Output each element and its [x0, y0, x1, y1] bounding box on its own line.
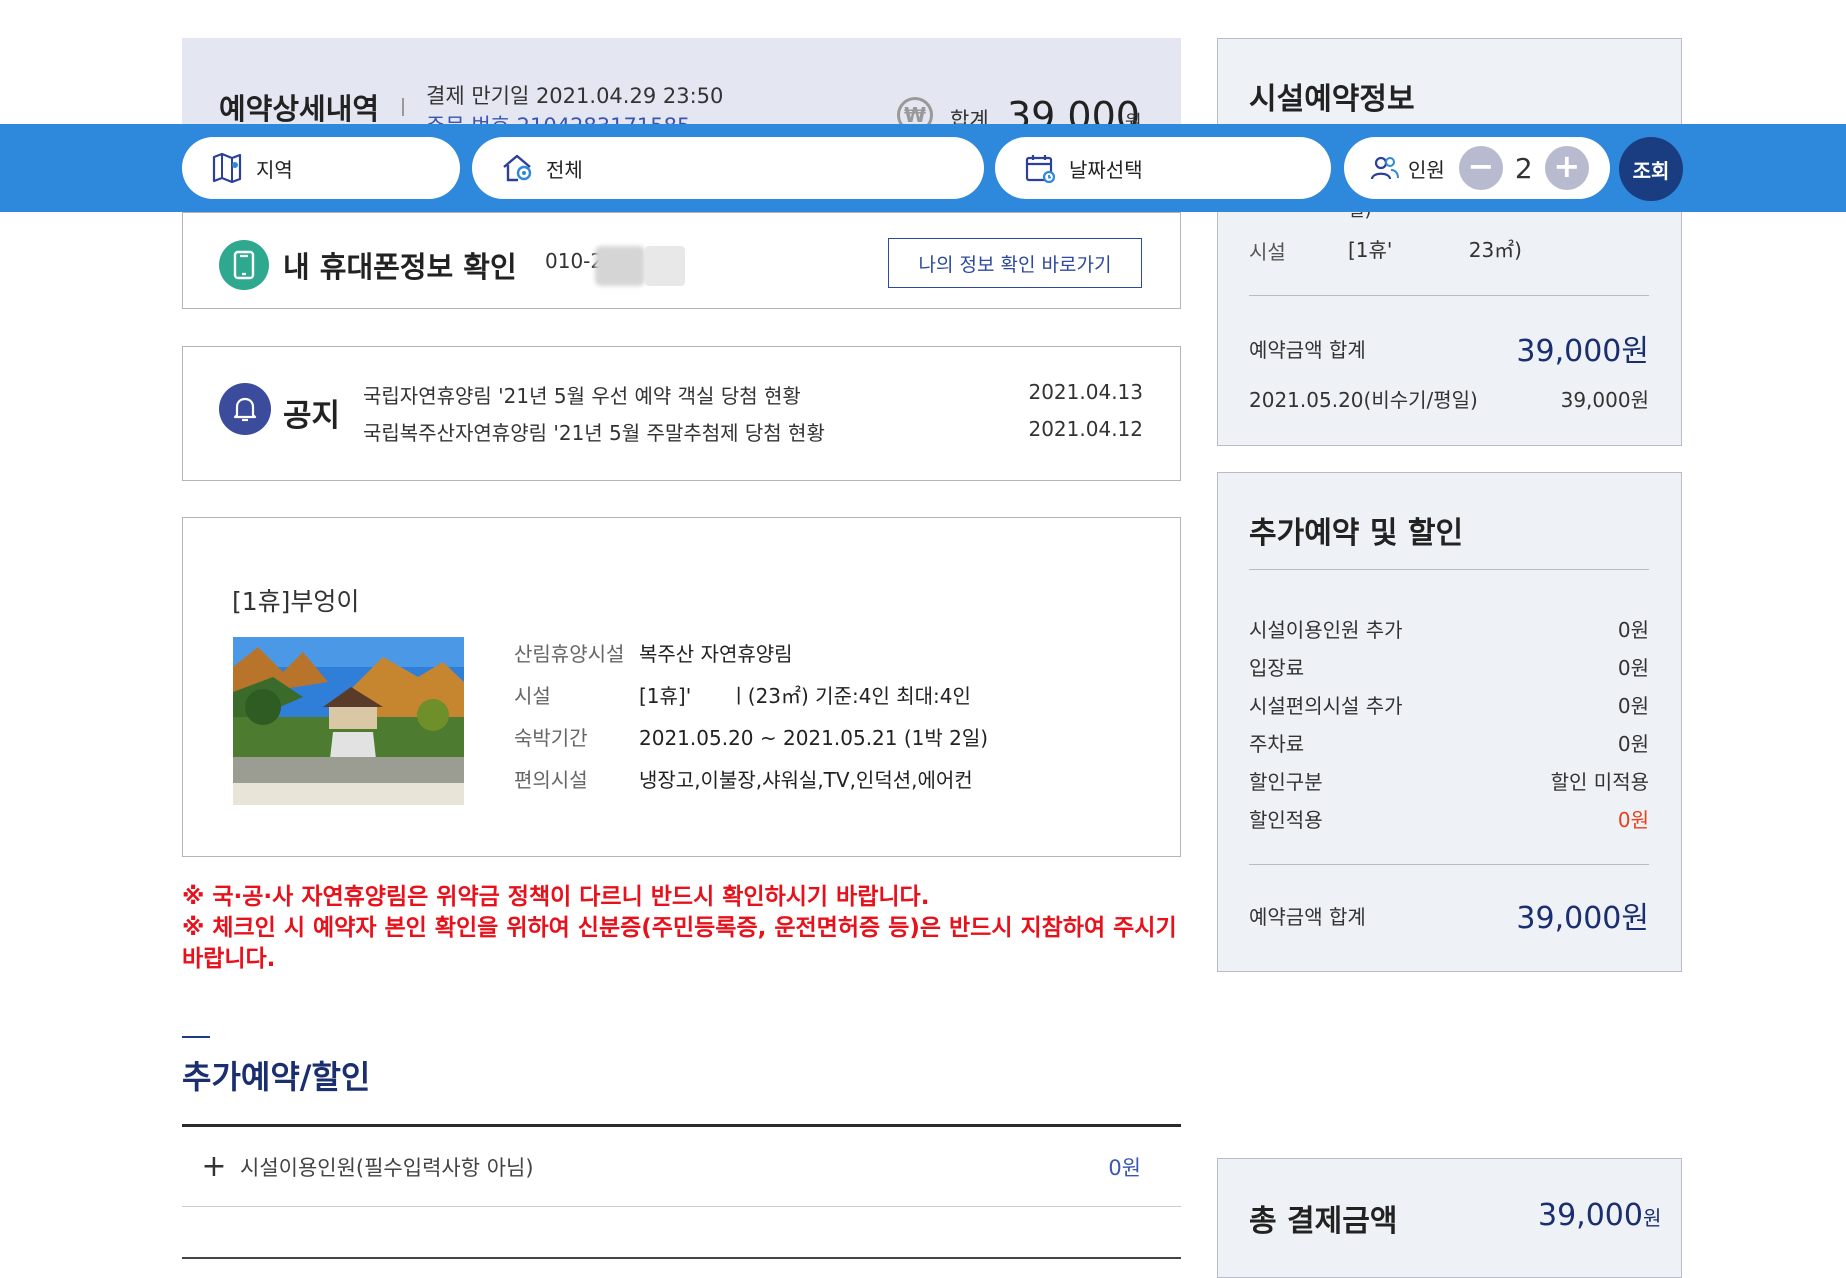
side-addon-value: 0원 — [1617, 694, 1649, 718]
map-icon — [210, 151, 244, 185]
facility-type-label: 전체 — [546, 157, 583, 182]
total-payment-amount: 39,000 — [1538, 1198, 1643, 1233]
side-sum-label: 예약금액 합계 — [1249, 337, 1366, 362]
side-addon-row: 시설편의시설 추가 0원 — [1249, 690, 1649, 719]
phone-info-title: 내 휴대폰정보 확인 — [283, 250, 517, 284]
divider — [182, 1257, 1181, 1259]
addon-row-value: 0원 — [1108, 1155, 1141, 1180]
side-facility-value: [1휴' 23㎡) — [1348, 238, 1522, 262]
side-addon-value: 할인 미적용 — [1550, 770, 1649, 794]
side-date-value: 39,000원 — [1560, 388, 1649, 412]
section-accent — [182, 1036, 210, 1038]
facility-row-value: 2021.05.20 ~ 2021.05.21 (1박 2일) — [639, 726, 989, 750]
addon-row-label: 시설이용인원(필수입력사항 아님) — [240, 1155, 534, 1180]
side-addon-label: 입장료 — [1249, 656, 1305, 680]
side-addon-row: 주차료 0원 — [1249, 728, 1649, 757]
side-date-label: 2021.05.20(비수기/평일) — [1249, 388, 1478, 412]
redaction-mask — [645, 246, 685, 286]
notice-item[interactable]: 국립복주산자연휴양림 '21년 5월 주말추첨제 당첨 현황 2021.04.1… — [363, 417, 1143, 446]
people-icon — [1368, 151, 1402, 185]
side-addon-row: 시설이용인원 추가 0원 — [1249, 614, 1649, 643]
notice-item-date: 2021.04.12 — [1028, 417, 1143, 441]
facility-photo — [233, 637, 464, 805]
facility-type-selector[interactable]: 전체 — [472, 137, 984, 199]
people-selector: 인원 − 2 + — [1344, 137, 1610, 199]
expand-icon[interactable]: + — [192, 1149, 236, 1184]
side-addon-title: 추가예약 및 할인 — [1249, 516, 1464, 551]
notice-item-text: 국립자연휴양림 '21년 5월 우선 예약 객실 당첨 현황 — [363, 384, 801, 408]
side-date-row: 2021.05.20(비수기/평일) 39,000원 — [1249, 384, 1649, 413]
side-addon-label: 시설편의시설 추가 — [1249, 694, 1403, 718]
divider — [402, 98, 404, 116]
facility-name: [1휴]부엉이 — [232, 587, 360, 616]
side-info-title: 시설예약정보 — [1249, 82, 1415, 117]
side-addon-value: 0원 — [1617, 618, 1649, 642]
side-addon-label: 시설이용인원 추가 — [1249, 618, 1403, 642]
side-addon-sum-label: 예약금액 합계 — [1249, 904, 1366, 929]
side-addon-label: 할인구분 — [1249, 770, 1323, 794]
warning-line: ※ 국·공·사 자연휴양림은 위약금 정책이 다르니 반드시 확인하시기 바랍니… — [182, 884, 930, 910]
decrease-people-button[interactable]: − — [1458, 146, 1503, 190]
total-payment-unit: 원 — [1642, 1206, 1662, 1230]
house-location-icon — [500, 151, 534, 185]
facility-row: 시설 [1휴]' ㅣ(23㎡) 기준:4인 최대:4인 — [514, 680, 971, 709]
increase-people-button[interactable]: + — [1544, 146, 1589, 190]
facility-row: 산림휴양시설 복주산 자연휴양림 — [514, 638, 793, 667]
my-info-button[interactable]: 나의 정보 확인 바로가기 — [888, 238, 1142, 288]
side-sum-value: 39,000원 — [1516, 334, 1649, 369]
order-title: 예약상세내역 — [219, 92, 380, 126]
facility-row: 편의시설 냉장고,이불장,샤워실,TV,인덕션,에어컨 — [514, 764, 973, 793]
notice-title: 공지 — [283, 398, 341, 434]
notice-item-date: 2021.04.13 — [1028, 380, 1143, 404]
side-addon-row: 할인적용 0원 — [1249, 804, 1649, 833]
redaction-mask — [595, 246, 645, 286]
facility-row-key: 산림휴양시설 — [514, 642, 625, 666]
divider — [1249, 569, 1649, 570]
divider — [1249, 864, 1649, 865]
people-count: 2 — [1514, 151, 1533, 185]
facility-row-key: 숙박기간 — [514, 726, 588, 750]
total-payment-title: 총 결제금액 — [1249, 1204, 1398, 1239]
region-label: 지역 — [256, 157, 293, 182]
side-addon-value: 0원 — [1617, 808, 1649, 832]
facility-row-value: [1휴]' ㅣ(23㎡) 기준:4인 최대:4인 — [639, 684, 971, 708]
date-label: 날짜선택 — [1069, 157, 1143, 182]
search-button[interactable]: 조회 — [1619, 137, 1683, 201]
payment-deadline: 결제 만기일 2021.04.29 23:50 — [426, 84, 724, 108]
calendar-icon — [1023, 151, 1057, 185]
side-addon-row: 할인구분 할인 미적용 — [1249, 766, 1649, 795]
warning-line: ※ 체크인 시 예약자 본인 확인을 위하여 신분증(주민등록증, 운전면허증 … — [182, 915, 1177, 972]
side-facility-key: 시설 — [1249, 240, 1286, 264]
side-sum-row: 예약금액 합계 39,000원 — [1249, 326, 1649, 370]
side-addon-row: 입장료 0원 — [1249, 652, 1649, 681]
facility-row-value: 냉장고,이불장,샤워실,TV,인덕션,에어컨 — [639, 768, 973, 792]
side-addon-sum-row: 예약금액 합계 39,000원 — [1249, 893, 1649, 937]
warning-notes: ※ 국·공·사 자연휴양림은 위약금 정책이 다르니 반드시 확인하시기 바랍니… — [182, 882, 1182, 975]
facility-row: 숙박기간 2021.05.20 ~ 2021.05.21 (1박 2일) — [514, 722, 988, 751]
phone-icon — [219, 240, 269, 290]
region-selector[interactable]: 지역 — [182, 137, 460, 199]
divider — [1249, 295, 1649, 296]
side-addon-sum-value: 39,000원 — [1516, 901, 1649, 936]
notice-item-text: 국립복주산자연휴양림 '21년 5월 주말추첨제 당첨 현황 — [363, 421, 825, 445]
bell-icon — [219, 383, 271, 435]
total-payment-amount-group: 39,000 원 — [1538, 1198, 1661, 1233]
date-selector[interactable]: 날짜선택 — [995, 137, 1331, 199]
side-addon-value: 0원 — [1617, 732, 1649, 756]
facility-row-value: 복주산 자연휴양림 — [639, 642, 793, 666]
side-addon-value: 0원 — [1617, 656, 1649, 680]
side-addon-label: 할인적용 — [1249, 808, 1323, 832]
people-label: 인원 — [1408, 157, 1445, 182]
facility-row-key: 편의시설 — [514, 768, 588, 792]
notice-item[interactable]: 국립자연휴양림 '21년 5월 우선 예약 객실 당첨 현황 2021.04.1… — [363, 380, 1143, 409]
addon-section-title: 추가예약/할인 — [182, 1058, 371, 1096]
side-addon-label: 주차료 — [1249, 732, 1305, 756]
facility-row-key: 시설 — [514, 684, 551, 708]
addon-row-people[interactable]: + 시설이용인원(필수입력사항 아님) 0원 — [182, 1127, 1181, 1207]
